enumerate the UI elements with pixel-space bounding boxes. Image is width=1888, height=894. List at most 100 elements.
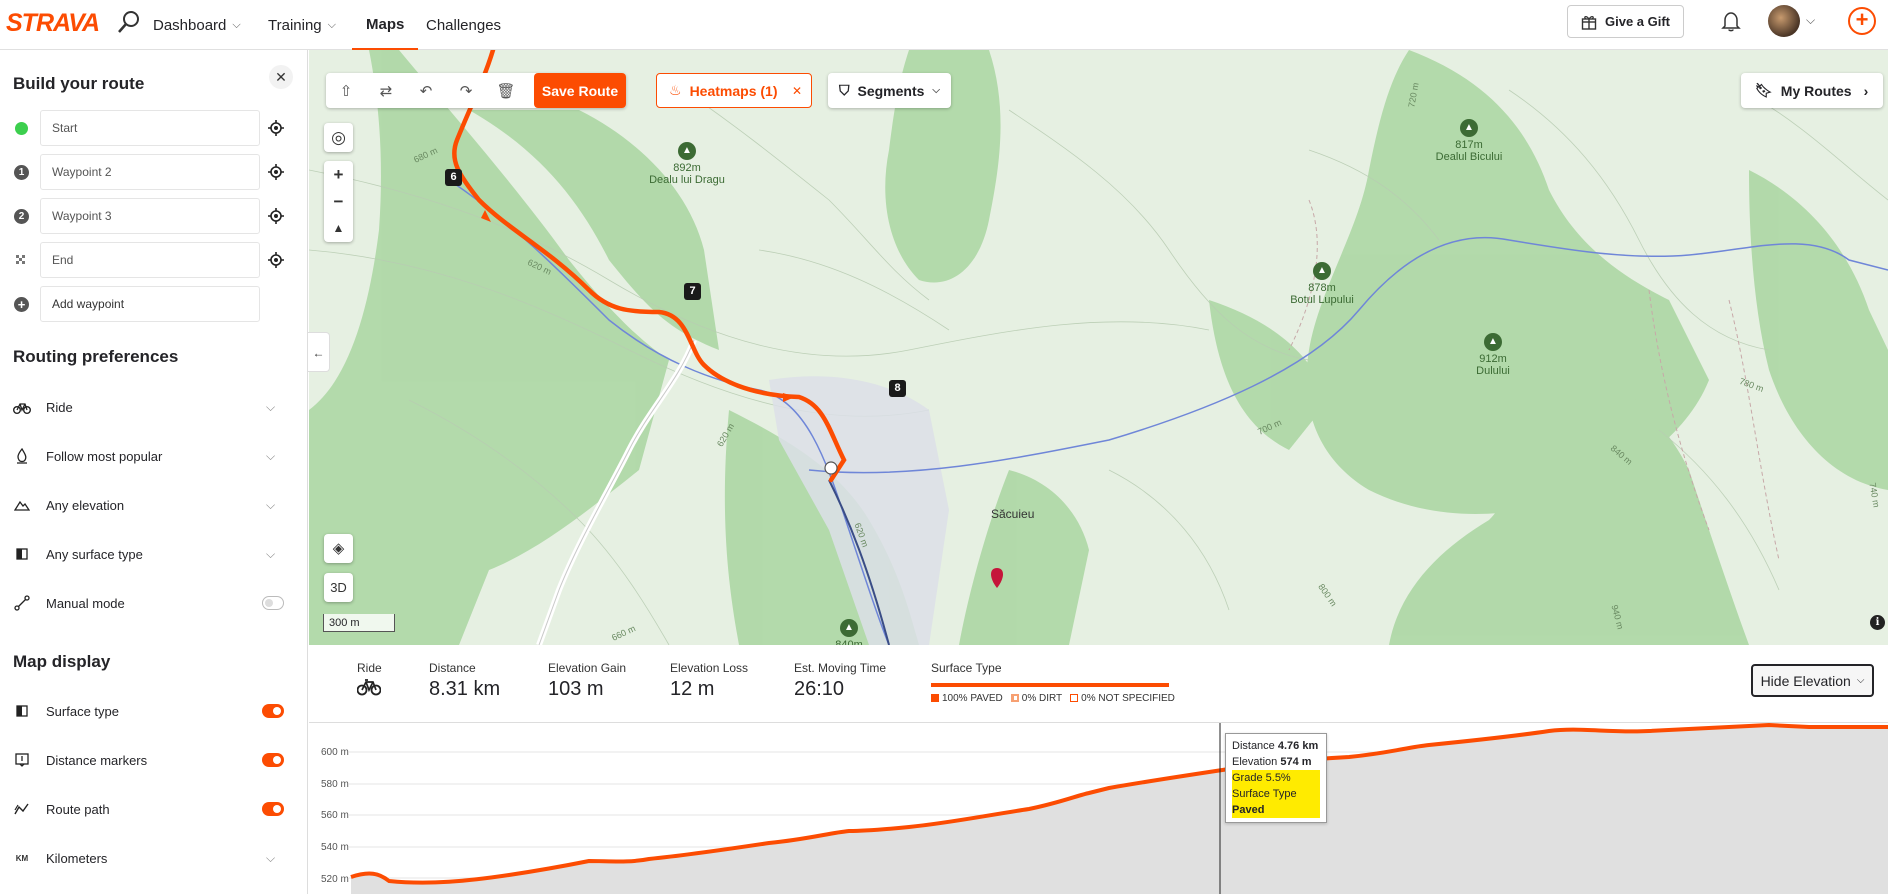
distance-markers-icon [13,751,31,769]
zoom-in-icon[interactable]: + [324,161,353,188]
waypoint-number-badge: 2 [14,209,29,224]
clear-heatmap-icon[interactable]: ✕ [792,84,802,98]
waypoint-3-input[interactable]: Waypoint 3 [40,198,260,234]
3d-toggle-button[interactable]: 3D [324,573,353,602]
give-gift-button[interactable]: Give a Gift [1567,5,1684,38]
stat-moving-time: Est. Moving Time 26:10 [794,661,887,700]
locate-target-icon[interactable] [268,120,284,136]
chevron-down-icon: ⌵ [266,448,276,463]
chevron-down-icon: ⌵ [266,546,276,561]
locate-target-icon[interactable] [268,208,284,224]
distance-marker: 8 [889,380,906,397]
delete-trash-icon[interactable]: 🗑 [486,73,526,108]
reverse-route-icon[interactable]: ⇄ [366,73,406,108]
surface-type-icon [13,702,31,720]
elevation-profile[interactable]: 600 m 580 m 560 m 540 m 520 m Distance 4… [309,723,1888,894]
zoom-out-icon[interactable]: − [324,188,353,215]
layers-icon[interactable]: ◈ [324,534,353,563]
display-surface-type: Surface type [0,696,300,726]
map-scale: 300 m [323,614,395,632]
waypoint-start-row: Start [0,110,300,146]
distance-marker: 7 [684,283,701,300]
town-label: Săcuieu [991,507,1035,521]
route-builder-sidebar: Build your route ✕ Start 1 Waypoint 2 2 … [0,50,308,894]
add-waypoint-button[interactable]: Add waypoint [40,286,260,322]
bike-icon [13,398,31,416]
route-path-icon [13,800,31,818]
chevron-down-icon[interactable]: ⌵ [1806,13,1815,28]
manual-mode-toggle[interactable] [262,596,284,610]
tooltip-elevation: Elevation 574 m [1232,756,1312,768]
units-kilometers[interactable]: KM Kilometers ⌵ [0,843,300,873]
popular-icon [13,447,31,465]
mountain-icon: ▲ [678,142,696,160]
user-avatar[interactable] [1768,5,1800,37]
compass-north-icon[interactable]: ▲ [324,215,353,242]
nav-training[interactable]: Training ⌵ [268,0,336,50]
nav-challenges[interactable]: Challenges [426,0,501,50]
my-routes-button[interactable]: 🔖︎ My Routes › [1741,73,1883,108]
route-toolbar: ⇧ ⇄ ↶ ↷ 🗑 Save Route [326,73,626,108]
y-tick-label: 540 m [321,842,349,853]
redo-icon[interactable]: ↷ [446,73,486,108]
gift-icon [1581,15,1597,30]
locate-me-icon[interactable]: ◎ [324,123,353,152]
peak-label: ▲ 817m Dealul Bicului [1409,119,1529,163]
elevation-icon [13,496,31,514]
stat-distance: Distance 8.31 km [429,661,501,700]
heatmaps-button[interactable]: ♨ Heatmaps (1) ✕ [656,73,812,108]
close-icon[interactable]: ✕ [269,65,293,89]
segments-button[interactable]: ⛉ Segments ⌵ [828,73,951,108]
chevron-down-icon: ⌵ [327,18,336,31]
nav-dashboard[interactable]: Dashboard ⌵ [153,0,241,50]
nav-maps[interactable]: Maps [352,0,419,50]
upload-icon[interactable]: ⇧ [326,73,366,108]
distance-marker: 6 [445,169,462,186]
display-distance-markers: Distance markers [0,745,300,775]
tooltip-grade: Grade 5.5% [1232,770,1320,786]
strava-logo[interactable]: STRAVA [6,9,100,38]
distance-markers-toggle[interactable] [262,753,284,767]
routing-popularity[interactable]: Follow most popular ⌵ [0,441,300,471]
chevron-down-icon: ⌵ [266,497,276,512]
route-map[interactable]: 6 7 8 ▲ 892m Dealu lui Dragu ▲ 817m Dealul B… [309,50,1888,645]
bookmark-icon: 🔖︎ [1755,82,1773,98]
stat-elevation-loss: Elevation Loss 12 m [670,661,749,700]
waypoint-3-row: 2 Waypoint 3 [0,198,300,234]
save-route-button[interactable]: Save Route [534,73,626,108]
chevron-down-icon: ⌵ [1856,675,1865,686]
routing-elevation[interactable]: Any elevation ⌵ [0,490,300,520]
waypoint-2-row: 1 Waypoint 2 [0,154,300,190]
collapse-sidebar-arrow-icon[interactable]: ← [308,332,330,372]
stat-surface-type: Surface Type 100% PAVED 0% DIRT 0% NOT S… [931,661,1175,704]
top-navigation: STRAVA Dashboard ⌵ Training ⌵ Maps Challen… [0,0,1888,50]
legend-not-specified: 0% NOT SPECIFIED [1070,693,1175,704]
hide-elevation-button[interactable]: Hide Elevation ⌵ [1751,664,1874,697]
surface-type-toggle[interactable] [262,704,284,718]
mountain-icon: ▲ [1313,262,1331,280]
segments-icon: ⛉ [839,82,850,98]
waypoint-end-row: End [0,242,300,278]
locate-target-icon[interactable] [268,252,284,268]
undo-icon[interactable]: ↶ [406,73,446,108]
elevation-tooltip: Distance 4.76 km Elevation 574 m Grade 5… [1225,733,1327,823]
create-plus-icon[interactable]: + [1848,7,1876,35]
y-tick-label: 560 m [321,810,349,821]
waypoint-2-input[interactable]: Waypoint 2 [40,154,260,190]
add-icon: + [14,297,29,312]
notifications-bell-icon[interactable] [1720,10,1742,32]
start-input[interactable]: Start [40,110,260,146]
locate-target-icon[interactable] [268,164,284,180]
waypoint-number-badge: 1 [14,165,29,180]
info-icon[interactable]: i [1870,615,1885,630]
add-waypoint-row[interactable]: + Add waypoint [0,286,300,322]
routing-ride[interactable]: Ride ⌵ [0,392,300,422]
elevation-area [351,725,1888,894]
routing-surface[interactable]: Any surface type ⌵ [0,539,300,569]
end-input[interactable]: End [40,242,260,278]
route-stats-bar: Ride Distance 8.31 km Elevation Gain 103… [309,645,1888,723]
end-flag-icon [16,255,25,264]
search-icon[interactable] [116,9,142,35]
chevron-down-icon: ⌵ [232,18,241,31]
route-path-toggle[interactable] [262,802,284,816]
